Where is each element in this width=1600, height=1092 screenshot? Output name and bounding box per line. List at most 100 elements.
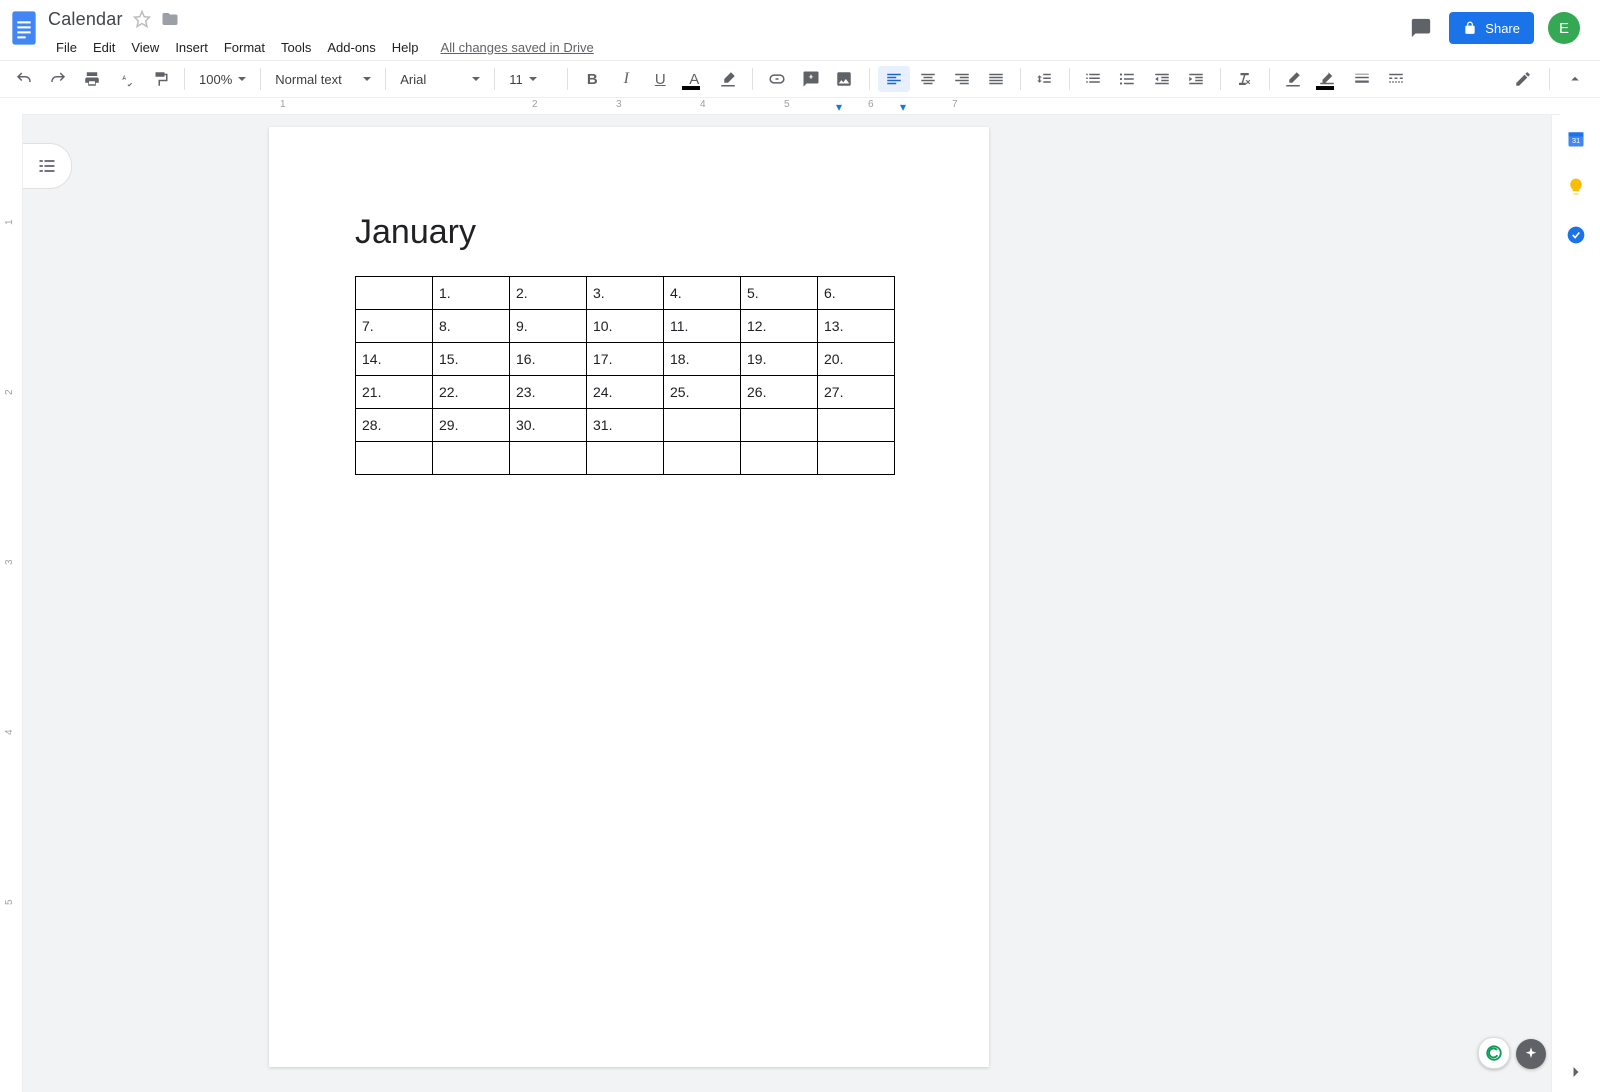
table-cell[interactable]: 28. — [356, 409, 433, 442]
font-dropdown[interactable]: Arial — [394, 66, 486, 92]
table-cell[interactable] — [356, 277, 433, 310]
table-cell[interactable] — [510, 442, 587, 475]
hide-menus-button[interactable] — [1558, 66, 1592, 92]
table-cell[interactable]: 7. — [356, 310, 433, 343]
grammarly-icon[interactable] — [1478, 1037, 1510, 1069]
table-cell[interactable]: 14. — [356, 343, 433, 376]
tasks-addon-icon[interactable] — [1566, 225, 1586, 245]
horizontal-ruler[interactable]: 1 2 3 4 5 6 7 ▾ ▾ — [22, 98, 1560, 115]
table-cell[interactable] — [433, 442, 510, 475]
spellcheck-button[interactable] — [110, 66, 142, 92]
indent-marker-icon[interactable]: ▾ — [836, 100, 842, 114]
table-cell[interactable]: 18. — [664, 343, 741, 376]
table-cell[interactable] — [664, 442, 741, 475]
menu-insert[interactable]: Insert — [167, 36, 216, 59]
star-icon[interactable] — [133, 10, 151, 28]
table-cell[interactable]: 15. — [433, 343, 510, 376]
page-heading[interactable]: January — [355, 213, 903, 252]
share-button[interactable]: Share — [1449, 12, 1534, 44]
insert-comment-button[interactable] — [795, 66, 827, 92]
calendar-addon-icon[interactable]: 31 — [1566, 129, 1586, 149]
save-status[interactable]: All changes saved in Drive — [441, 40, 594, 55]
calendar-table[interactable]: 1.2.3.4.5.6.7.8.9.10.11.12.13.14.15.16.1… — [355, 276, 895, 475]
table-cell[interactable]: 29. — [433, 409, 510, 442]
paint-format-button[interactable] — [144, 66, 176, 92]
table-cell[interactable]: 17. — [587, 343, 664, 376]
table-cell[interactable]: 3. — [587, 277, 664, 310]
redo-button[interactable] — [42, 66, 74, 92]
table-cell[interactable]: 30. — [510, 409, 587, 442]
fill-color-button[interactable] — [1278, 66, 1310, 92]
document-page[interactable]: January 1.2.3.4.5.6. 7.8.9.10.11.12.13. 14… — [269, 127, 989, 1067]
explore-button[interactable] — [1516, 1039, 1546, 1069]
hide-side-panel-button[interactable] — [1566, 1062, 1586, 1082]
table-cell[interactable] — [741, 442, 818, 475]
border-color-button[interactable] — [1312, 66, 1344, 92]
border-width-button[interactable] — [1346, 66, 1378, 92]
table-cell[interactable] — [664, 409, 741, 442]
align-center-button[interactable] — [912, 66, 944, 92]
table-cell[interactable]: 20. — [818, 343, 895, 376]
font-size-dropdown[interactable]: 11 — [503, 66, 559, 92]
move-folder-icon[interactable] — [161, 10, 179, 28]
table-cell[interactable]: 5. — [741, 277, 818, 310]
vertical-ruler[interactable]: 1 2 3 4 5 — [0, 115, 23, 1092]
menu-file[interactable]: File — [48, 36, 85, 59]
underline-button[interactable]: U — [644, 66, 676, 92]
align-right-button[interactable] — [946, 66, 978, 92]
table-cell[interactable]: 6. — [818, 277, 895, 310]
table-cell[interactable]: 27. — [818, 376, 895, 409]
keep-addon-icon[interactable] — [1566, 177, 1586, 197]
table-cell[interactable]: 11. — [664, 310, 741, 343]
insert-link-button[interactable] — [761, 66, 793, 92]
undo-button[interactable] — [8, 66, 40, 92]
table-cell[interactable]: 12. — [741, 310, 818, 343]
menu-view[interactable]: View — [123, 36, 167, 59]
increase-indent-button[interactable] — [1180, 66, 1212, 92]
document-scroll-area[interactable]: January 1.2.3.4.5.6. 7.8.9.10.11.12.13. 14… — [23, 115, 1551, 1092]
table-cell[interactable]: 21. — [356, 376, 433, 409]
table-cell[interactable] — [741, 409, 818, 442]
print-button[interactable] — [76, 66, 108, 92]
table-cell[interactable]: 1. — [433, 277, 510, 310]
clear-formatting-button[interactable] — [1229, 66, 1261, 92]
menu-help[interactable]: Help — [384, 36, 427, 59]
table-cell[interactable]: 26. — [741, 376, 818, 409]
table-cell[interactable]: 31. — [587, 409, 664, 442]
border-style-button[interactable] — [1380, 66, 1412, 92]
table-cell[interactable]: 9. — [510, 310, 587, 343]
bulleted-list-button[interactable] — [1112, 66, 1144, 92]
table-cell[interactable]: 24. — [587, 376, 664, 409]
table-cell[interactable]: 19. — [741, 343, 818, 376]
highlight-color-button[interactable] — [712, 66, 744, 92]
table-cell[interactable] — [587, 442, 664, 475]
table-cell[interactable] — [356, 442, 433, 475]
table-cell[interactable]: 4. — [664, 277, 741, 310]
table-cell[interactable]: 8. — [433, 310, 510, 343]
decrease-indent-button[interactable] — [1146, 66, 1178, 92]
table-cell[interactable]: 23. — [510, 376, 587, 409]
account-avatar[interactable]: E — [1548, 12, 1580, 44]
open-comments-button[interactable] — [1407, 14, 1435, 42]
menu-edit[interactable]: Edit — [85, 36, 123, 59]
show-outline-button[interactable] — [23, 143, 72, 189]
numbered-list-button[interactable] — [1078, 66, 1110, 92]
align-justify-button[interactable] — [980, 66, 1012, 92]
table-cell[interactable]: 13. — [818, 310, 895, 343]
align-left-button[interactable] — [878, 66, 910, 92]
table-cell[interactable]: 2. — [510, 277, 587, 310]
insert-image-button[interactable] — [829, 66, 861, 92]
line-spacing-button[interactable] — [1029, 66, 1061, 92]
indent-marker-icon[interactable]: ▾ — [900, 100, 906, 114]
docs-logo-icon[interactable] — [6, 6, 42, 50]
menu-tools[interactable]: Tools — [273, 36, 319, 59]
table-cell[interactable]: 25. — [664, 376, 741, 409]
zoom-dropdown[interactable]: 100% — [193, 66, 252, 92]
paragraph-style-dropdown[interactable]: Normal text — [269, 66, 377, 92]
table-cell[interactable]: 22. — [433, 376, 510, 409]
italic-button[interactable]: I — [610, 66, 642, 92]
text-color-button[interactable]: A — [678, 66, 710, 92]
table-cell[interactable] — [818, 442, 895, 475]
bold-button[interactable]: B — [576, 66, 608, 92]
table-cell[interactable]: 10. — [587, 310, 664, 343]
